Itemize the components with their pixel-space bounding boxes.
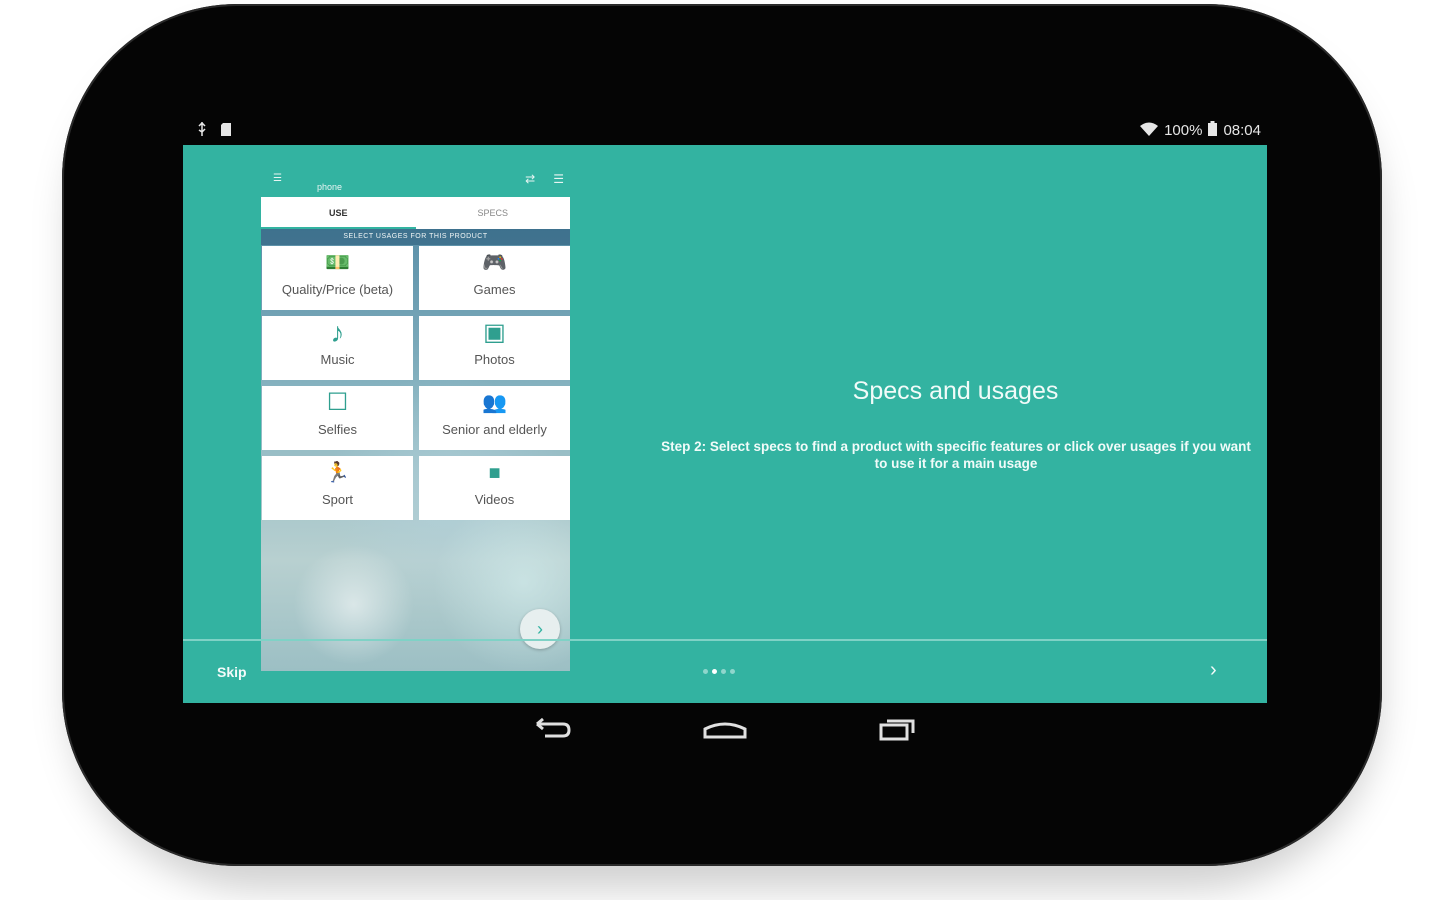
usage-tile-music[interactable]: ♪ Music — [262, 316, 413, 380]
status-left-icons — [197, 121, 231, 140]
usage-tile-photos[interactable]: ▣ Photos — [419, 316, 570, 380]
battery-icon — [1208, 121, 1218, 140]
system-nav-bar — [183, 705, 1267, 755]
tile-label: Music — [320, 352, 355, 367]
back-button[interactable] — [523, 713, 583, 745]
money-icon: 💵 — [325, 252, 350, 274]
tile-label: Selfies — [317, 422, 358, 437]
status-bar: 100% 08:04 — [183, 118, 1267, 144]
sdcard-icon — [221, 122, 231, 140]
phone-mockup: ☰ phone ⇄ ☰ USE SPECS SELECT USAGES FOR … — [261, 167, 570, 671]
home-icon — [703, 722, 747, 739]
tile-label: Sport — [321, 492, 354, 507]
skip-button[interactable]: Skip — [217, 664, 247, 680]
usage-grid: 💵 Quality/Price (beta) 🎮 Games ♪ Music ▣… — [261, 246, 570, 520]
page-dot-active — [712, 669, 717, 674]
page-dot — [703, 669, 708, 674]
mock-fab-next: › — [520, 609, 560, 649]
mock-title: phone — [317, 182, 343, 192]
status-right: 100% 08:04 — [1140, 121, 1261, 140]
section-header: SELECT USAGES FOR THIS PRODUCT — [261, 229, 570, 245]
back-icon — [536, 717, 571, 738]
chevron-right-icon: › — [1210, 659, 1217, 681]
selfie-icon: ☐ — [326, 389, 349, 416]
mock-tabs: USE SPECS — [261, 197, 570, 229]
mock-actions: ⇄ ☰ — [525, 172, 564, 186]
app-screen: ☰ phone ⇄ ☰ USE SPECS SELECT USAGES FOR … — [183, 145, 1267, 703]
battery-percent: 100% — [1164, 122, 1203, 139]
clock: 08:04 — [1223, 122, 1261, 139]
onboarding-headline: Specs and usages — [852, 377, 1059, 405]
usage-tile-sport[interactable]: 🏃 Sport — [262, 456, 413, 520]
wifi-icon — [1140, 122, 1159, 140]
usage-tile-games[interactable]: 🎮 Games — [419, 246, 570, 310]
page-indicator — [703, 669, 735, 674]
tile-label: Games — [473, 282, 516, 297]
videocam-icon: ■ — [488, 462, 501, 484]
usage-tile-selfies[interactable]: ☐ Selfies — [262, 386, 413, 450]
menu-icon: ☰ — [273, 173, 282, 184]
mock-app-bar: ☰ phone ⇄ ☰ — [261, 167, 570, 197]
tile-label: Videos — [474, 492, 515, 507]
compare-icon: ⇄ — [525, 172, 536, 186]
filter-list-icon: ☰ — [553, 172, 564, 186]
usage-tile-senior[interactable]: 👥 Senior and elderly — [419, 386, 570, 450]
runner-icon: 🏃 — [325, 462, 350, 484]
tab-specs[interactable]: SPECS — [416, 197, 571, 229]
people-icon: 👥 — [482, 392, 507, 414]
usb-icon — [197, 121, 207, 140]
onboarding-description: Step 2: Select specs to find a product w… — [661, 439, 1251, 471]
gamepad-icon: 🎮 — [482, 252, 507, 274]
recents-icon — [879, 719, 915, 741]
page-dot — [721, 669, 726, 674]
tile-label: Quality/Price (beta) — [281, 282, 394, 297]
footer-divider — [183, 639, 1267, 641]
music-note-icon: ♪ — [330, 317, 345, 348]
tile-label: Senior and elderly — [442, 422, 547, 437]
recents-button[interactable] — [867, 713, 927, 745]
home-button[interactable] — [695, 713, 755, 745]
tab-use[interactable]: USE — [261, 197, 416, 229]
tile-label: Photos — [474, 352, 515, 367]
photo-icon: ▣ — [483, 319, 506, 346]
usage-tile-videos[interactable]: ■ Videos — [419, 456, 570, 520]
mock-body: SELECT USAGES FOR THIS PRODUCT 💵 Quality… — [261, 229, 570, 671]
page-dot — [730, 669, 735, 674]
next-button[interactable]: › — [1210, 659, 1217, 682]
usage-tile-quality-price[interactable]: 💵 Quality/Price (beta) — [262, 246, 413, 310]
